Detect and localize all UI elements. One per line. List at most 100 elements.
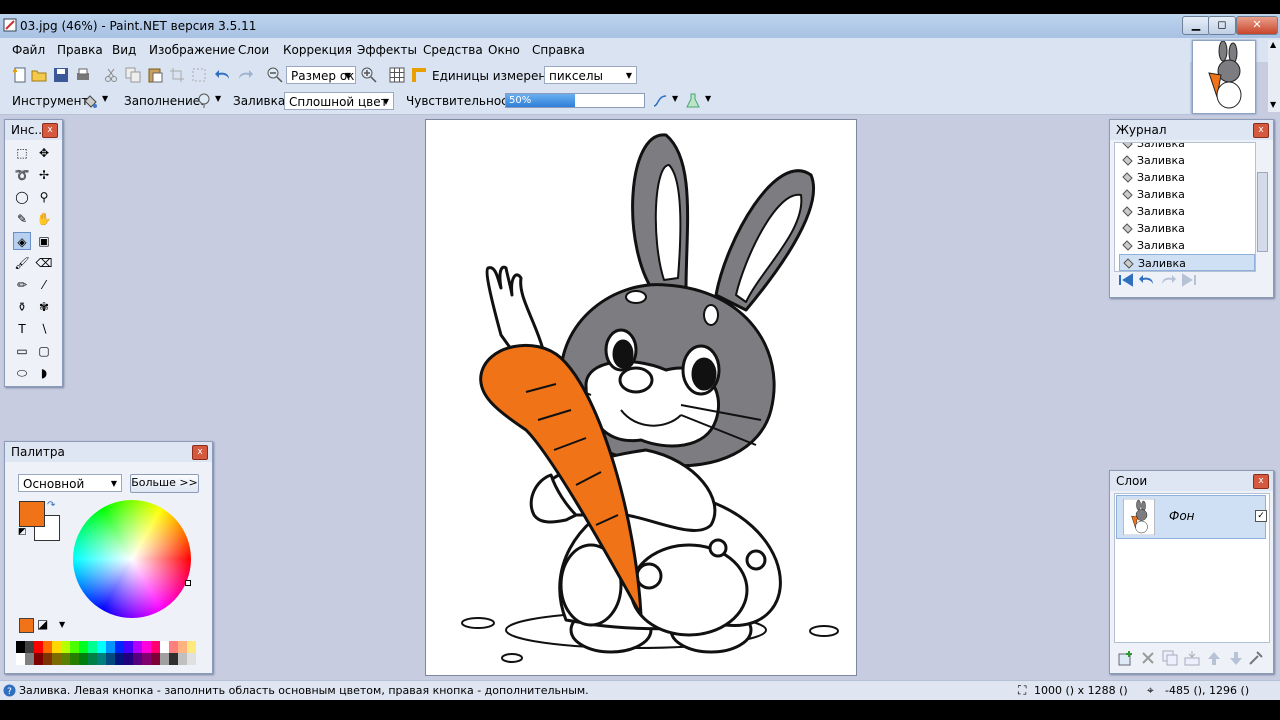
delete-layer-icon[interactable] bbox=[1140, 650, 1156, 666]
history-rewind-icon[interactable] bbox=[1118, 272, 1134, 288]
history-item[interactable]: Заливка bbox=[1119, 169, 1255, 186]
palette-swatch[interactable] bbox=[178, 641, 187, 653]
gradient-tool-icon[interactable]: ▣ bbox=[35, 232, 53, 250]
units-combo[interactable]: пикселы ▼ bbox=[544, 66, 637, 84]
history-undo-icon[interactable] bbox=[1139, 272, 1155, 288]
zoom-tool-icon[interactable]: ⚲ bbox=[35, 188, 53, 206]
palette-swatch[interactable] bbox=[70, 641, 79, 653]
zoom-out-icon[interactable] bbox=[267, 67, 283, 83]
deselect-icon[interactable] bbox=[191, 67, 207, 83]
history-panel-title[interactable]: Журнал bbox=[1110, 120, 1273, 140]
palette-swatch[interactable] bbox=[133, 641, 142, 653]
rulers-icon[interactable] bbox=[411, 67, 427, 83]
history-panel-close-button[interactable]: x bbox=[1253, 123, 1269, 138]
minimize-button[interactable]: ▁ bbox=[1182, 16, 1210, 35]
palette-panel-close-button[interactable]: x bbox=[192, 445, 208, 460]
history-item[interactable]: Заливка bbox=[1119, 237, 1255, 254]
ellipse-select-tool-icon[interactable]: ◯ bbox=[13, 188, 31, 206]
palette-swatch[interactable] bbox=[97, 641, 106, 653]
undo-icon[interactable] bbox=[215, 67, 231, 83]
chevron-down-icon[interactable]: ▼ bbox=[59, 620, 65, 629]
window-title-bar[interactable]: 03.jpg (46%) - Paint.NET версия 3.5.11 ▁… bbox=[0, 14, 1280, 38]
rectangle-select-tool-icon[interactable]: ⬚ bbox=[13, 144, 31, 162]
move-selected-tool-icon[interactable]: ✢ bbox=[35, 166, 53, 184]
grid-icon[interactable] bbox=[389, 67, 405, 83]
palette-swatch[interactable] bbox=[142, 653, 151, 665]
rectangle-tool-icon[interactable]: ▭ bbox=[13, 342, 31, 360]
print-icon[interactable] bbox=[75, 67, 91, 83]
recolor-tool-icon[interactable]: ✾ bbox=[35, 298, 53, 316]
palette-swatch[interactable] bbox=[178, 653, 187, 665]
scroll-down-icon[interactable]: ▼ bbox=[1270, 100, 1276, 109]
layers-panel-title[interactable]: Слои bbox=[1110, 471, 1273, 491]
menu-help[interactable]: Справка bbox=[532, 43, 585, 57]
palette-swatch[interactable] bbox=[151, 653, 160, 665]
palette-swatch[interactable] bbox=[106, 641, 115, 653]
lasso-tool-icon[interactable]: ➰ bbox=[13, 166, 31, 184]
close-button[interactable]: ✕ bbox=[1236, 16, 1278, 35]
palette-panel-title[interactable]: Палитра bbox=[5, 442, 212, 462]
image-canvas[interactable] bbox=[425, 119, 857, 676]
menu-adjustments[interactable]: Коррекция bbox=[283, 43, 352, 57]
history-item[interactable]: Заливка bbox=[1119, 143, 1255, 152]
merge-layer-down-icon[interactable] bbox=[1184, 650, 1200, 666]
tools-panel-close-button[interactable]: x bbox=[42, 123, 58, 138]
menu-utilities[interactable]: Средства bbox=[423, 43, 483, 57]
menu-effects[interactable]: Эффекты bbox=[357, 43, 417, 57]
save-icon[interactable] bbox=[53, 67, 69, 83]
move-layer-up-icon[interactable] bbox=[1206, 650, 1222, 666]
palette-swatch[interactable] bbox=[34, 653, 43, 665]
scroll-up-icon[interactable]: ▲ bbox=[1270, 40, 1276, 49]
duplicate-layer-icon[interactable] bbox=[1162, 650, 1178, 666]
color-wheel-marker[interactable] bbox=[185, 580, 191, 586]
freeform-shape-tool-icon[interactable]: ◗ bbox=[35, 364, 53, 382]
layers-panel-close-button[interactable]: x bbox=[1253, 474, 1269, 489]
menu-image[interactable]: Изображение bbox=[149, 43, 235, 57]
history-item[interactable]: Заливка bbox=[1119, 203, 1255, 220]
palette-swatch[interactable] bbox=[160, 653, 169, 665]
chevron-down-icon[interactable]: ▼ bbox=[672, 94, 678, 103]
eraser-tool-icon[interactable]: ⌫ bbox=[35, 254, 53, 272]
more-colors-button[interactable]: Больше >> bbox=[130, 474, 199, 493]
chevron-down-icon[interactable]: ▼ bbox=[215, 94, 221, 103]
ellipse-tool-icon[interactable]: ⬭ bbox=[13, 364, 31, 382]
copy-icon[interactable] bbox=[125, 67, 141, 83]
paste-icon[interactable] bbox=[147, 67, 163, 83]
palette-swatch[interactable] bbox=[187, 653, 196, 665]
menu-layers[interactable]: Слои bbox=[238, 43, 269, 57]
menu-file[interactable]: Файл bbox=[12, 43, 45, 57]
zoom-in-icon[interactable] bbox=[361, 67, 377, 83]
move-selection-tool-icon[interactable]: ✥ bbox=[35, 144, 53, 162]
palette-swatch[interactable] bbox=[34, 641, 43, 653]
history-item-selected[interactable]: Заливка bbox=[1119, 254, 1255, 271]
pan-tool-icon[interactable]: ✋ bbox=[35, 210, 53, 228]
flood-mode-icon[interactable] bbox=[196, 93, 212, 109]
new-file-icon[interactable] bbox=[12, 67, 28, 83]
fill-type-combo[interactable]: Сплошной цвет ▼ bbox=[284, 92, 394, 110]
palette-swatch[interactable] bbox=[52, 653, 61, 665]
zoom-combo[interactable]: Размер ок ▼ bbox=[286, 66, 356, 84]
chevron-down-icon[interactable]: ▼ bbox=[705, 94, 711, 103]
layer-row[interactable]: Фон ✓ bbox=[1116, 495, 1267, 539]
palette-swatch[interactable] bbox=[43, 653, 52, 665]
paintbrush-tool-icon[interactable]: 🖌 bbox=[13, 254, 31, 272]
layer-visibility-checkbox[interactable]: ✓ bbox=[1255, 510, 1267, 522]
thumbnail-scrollbar[interactable]: ▲ ▼ bbox=[1268, 40, 1280, 112]
clone-stamp-tool-icon[interactable]: ⚱ bbox=[13, 298, 31, 316]
image-thumbnail[interactable] bbox=[1192, 40, 1256, 114]
antialiasing-icon[interactable] bbox=[652, 93, 668, 109]
move-layer-down-icon[interactable] bbox=[1228, 650, 1244, 666]
palette-swatch[interactable] bbox=[52, 641, 61, 653]
palette-swatch[interactable] bbox=[79, 653, 88, 665]
palette-swatch[interactable] bbox=[160, 641, 169, 653]
text-tool-icon[interactable]: T bbox=[13, 320, 31, 338]
blend-mode-icon[interactable] bbox=[685, 93, 701, 109]
palette-swatch[interactable] bbox=[187, 641, 196, 653]
palette-swatch[interactable] bbox=[115, 653, 124, 665]
palette-swatch[interactable] bbox=[16, 653, 25, 665]
line-curve-tool-icon[interactable]: ∖ bbox=[35, 320, 53, 338]
chevron-down-icon[interactable]: ▼ bbox=[102, 94, 108, 103]
maximize-button[interactable]: ◻ bbox=[1208, 16, 1236, 35]
palette-swatch[interactable] bbox=[16, 641, 25, 653]
redo-icon[interactable] bbox=[237, 67, 253, 83]
